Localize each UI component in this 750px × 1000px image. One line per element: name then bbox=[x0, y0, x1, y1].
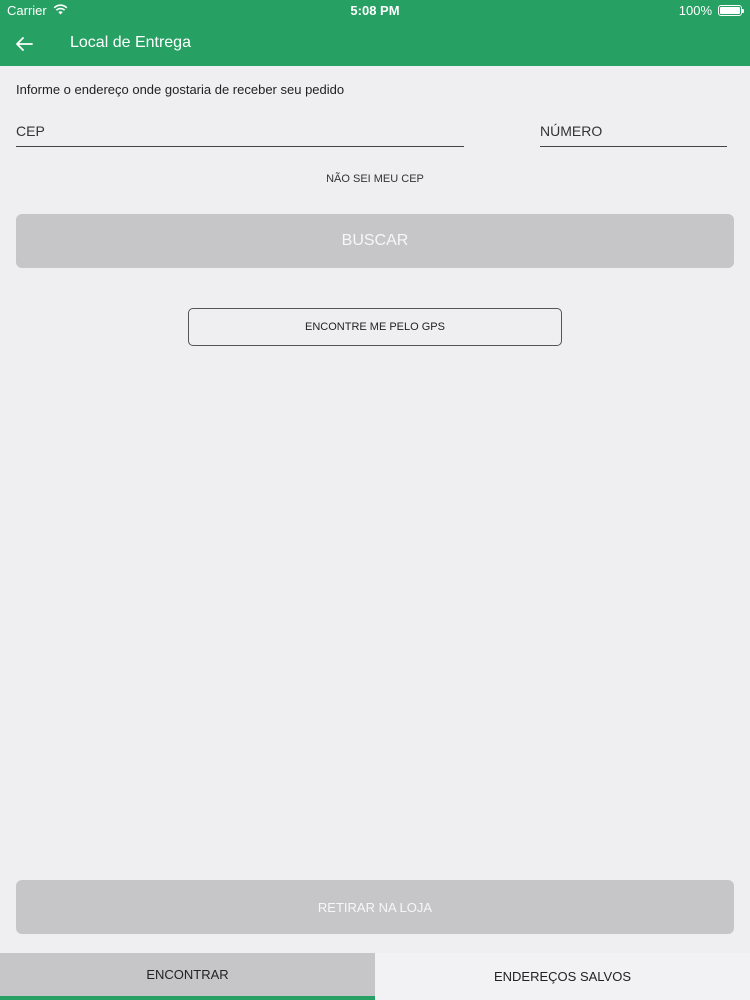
cep-field bbox=[16, 117, 464, 147]
status-time: 5:08 PM bbox=[350, 3, 400, 18]
cep-input[interactable] bbox=[16, 117, 464, 145]
app-bar: Local de Entrega bbox=[0, 22, 750, 66]
battery-level bbox=[720, 7, 740, 14]
gps-button[interactable]: ENCONTRE ME PELO GPS bbox=[188, 308, 562, 346]
instruction-text: Informe o endereço onde gostaria de rece… bbox=[16, 82, 345, 97]
numero-input[interactable] bbox=[540, 117, 727, 145]
pickup-in-store-button[interactable]: RETIRAR NA LOJA bbox=[16, 880, 734, 934]
tab-encontrar[interactable]: ENCONTRAR bbox=[0, 953, 375, 1000]
status-right: 100% bbox=[678, 3, 744, 18]
back-button[interactable] bbox=[10, 30, 38, 58]
battery-icon bbox=[718, 5, 744, 16]
battery-percent: 100% bbox=[678, 3, 712, 18]
search-button[interactable]: BUSCAR bbox=[16, 214, 734, 268]
tab-enderecos-salvos[interactable]: ENDEREÇOS SALVOS bbox=[375, 953, 750, 1000]
numero-field bbox=[540, 117, 727, 147]
page-title: Local de Entrega bbox=[70, 34, 191, 51]
arrow-left-icon bbox=[16, 37, 33, 51]
status-bar: Carrier 5:08 PM 100% bbox=[0, 0, 750, 22]
tab-bar: ENCONTRAR ENDEREÇOS SALVOS bbox=[0, 953, 750, 1000]
dont-know-cep-link[interactable]: NÃO SEI MEU CEP bbox=[0, 173, 750, 185]
